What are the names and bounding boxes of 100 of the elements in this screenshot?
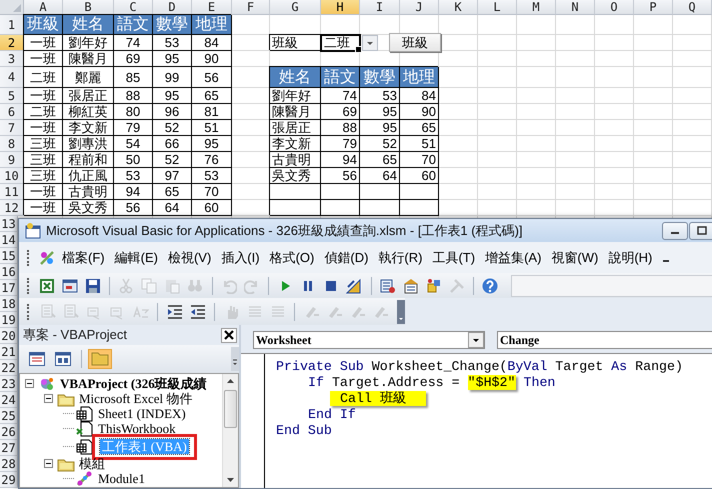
header-cell: 地理: [400, 67, 439, 88]
column-header[interactable]: A: [24, 0, 63, 15]
row-header[interactable]: 6: [0, 104, 24, 120]
code-keyword: As: [611, 359, 628, 374]
code-editor[interactable]: Private Sub Worksheet_Change(ByVal Target As Range) If Target.Address = "$H$2" Then Call 班級 End If End Sub: [241, 353, 712, 488]
menu-item[interactable]: 增益集(A): [481, 246, 546, 268]
column-header[interactable]: J: [400, 0, 439, 15]
column-header[interactable]: F: [232, 0, 270, 15]
header-cell: 班級: [24, 15, 63, 35]
tree-item[interactable]: ThisWorkbook: [96, 420, 178, 436]
column-header[interactable]: P: [634, 0, 673, 15]
column-header[interactable]: O: [595, 0, 634, 15]
table-cell: 69: [321, 104, 360, 120]
table-cell: 三班: [24, 152, 63, 168]
row-header[interactable]: 16: [0, 264, 18, 280]
menu-item[interactable]: 格式(O): [266, 246, 318, 268]
table-cell: 三班: [24, 168, 63, 184]
row-header[interactable]: 14: [0, 232, 18, 248]
table-cell: 65: [153, 184, 192, 200]
row-header[interactable]: 28: [0, 456, 18, 472]
header-cell: 姓名: [63, 15, 114, 35]
tree-item[interactable]: VBAProject (326班級成績: [58, 374, 209, 392]
table-cell: 56: [321, 168, 360, 184]
form-button[interactable]: 班級: [389, 33, 441, 52]
row-header[interactable]: 9: [0, 152, 24, 168]
table-cell: 53: [192, 168, 232, 184]
code-text: Range): [634, 359, 683, 374]
row-header[interactable]: 10: [0, 168, 24, 184]
table-cell: 69: [114, 51, 153, 67]
column-header[interactable]: D: [153, 0, 192, 15]
row-header[interactable]: 25: [0, 408, 18, 424]
table-cell: 60: [400, 168, 439, 184]
row-header[interactable]: 2: [0, 35, 24, 51]
table-cell: 程前和: [63, 152, 114, 168]
row-header[interactable]: 13: [0, 216, 18, 232]
row-header[interactable]: 1: [0, 15, 24, 35]
dropdown-cell[interactable]: 二班: [321, 35, 360, 51]
menu-item[interactable]: 偵錯(D): [320, 246, 372, 268]
menu-item[interactable]: 檢視(V): [164, 246, 216, 268]
row-header[interactable]: 21: [0, 344, 18, 360]
column-header[interactable]: G: [270, 0, 321, 15]
row-header[interactable]: 15: [0, 248, 18, 264]
menu-item[interactable]: 插入(I): [217, 246, 264, 268]
row-header[interactable]: 22: [0, 360, 18, 376]
procedure-dropdown[interactable]: Change: [497, 331, 712, 349]
table-cell: 64: [360, 168, 400, 184]
row-header[interactable]: 3: [0, 51, 24, 67]
table-cell: 65: [400, 120, 439, 136]
table-cell: 劉年好: [270, 88, 321, 104]
object-dropdown[interactable]: Worksheet: [253, 331, 485, 349]
row-header[interactable]: 26: [0, 424, 18, 440]
menu-item[interactable]: 執行(R): [374, 246, 426, 268]
row-header[interactable]: 4: [0, 67, 24, 88]
header-cell: 地理: [192, 15, 232, 35]
tree-item[interactable]: 模組: [77, 454, 107, 472]
code-keyword: Then: [522, 375, 556, 390]
table-cell: 80: [114, 104, 153, 120]
header-cell: 數學: [153, 15, 192, 35]
row-header[interactable]: 18: [0, 296, 18, 312]
table-cell: 95: [153, 88, 192, 104]
row-header[interactable]: 12: [0, 200, 24, 216]
row-header[interactable]: 20: [0, 328, 18, 344]
table-cell: 劉專洪: [63, 136, 114, 152]
row-header[interactable]: 23: [0, 376, 18, 392]
menu-item[interactable]: 編輯(E): [110, 246, 162, 268]
column-header[interactable]: H: [321, 0, 360, 15]
header-cell: 數學: [360, 67, 400, 88]
table-cell: 張居正: [63, 88, 114, 104]
column-header[interactable]: Q: [673, 0, 712, 15]
tree-item[interactable]: Microsoft Excel 物件: [77, 390, 194, 408]
table-cell: 60: [192, 200, 232, 216]
row-header[interactable]: 5: [0, 88, 24, 104]
table-cell: 70: [192, 184, 232, 200]
row-header[interactable]: 24: [0, 392, 18, 408]
menu-item[interactable]: 視窗(W): [547, 246, 602, 268]
row-header[interactable]: 27: [0, 440, 18, 456]
column-header[interactable]: E: [192, 0, 232, 15]
row-header[interactable]: 8: [0, 136, 24, 152]
tree-item[interactable]: Module1: [96, 470, 147, 486]
column-header[interactable]: B: [63, 0, 114, 15]
column-header[interactable]: N: [556, 0, 595, 15]
table-cell: 張居正: [270, 120, 321, 136]
table-cell: 94: [114, 184, 153, 200]
column-header[interactable]: M: [517, 0, 556, 15]
column-header[interactable]: C: [114, 0, 153, 15]
table-cell: 53: [114, 168, 153, 184]
row-header[interactable]: 29: [0, 472, 18, 488]
code-text: Target.Address =: [330, 375, 461, 390]
column-header[interactable]: L: [478, 0, 517, 15]
tree-item[interactable]: Sheet1 (INDEX): [96, 406, 188, 422]
row-header[interactable]: 17: [0, 280, 18, 296]
row-header[interactable]: 11: [0, 184, 24, 200]
row-header[interactable]: 7: [0, 120, 24, 136]
menu-item[interactable]: 檔案(F): [58, 246, 109, 268]
table-cell: 64: [153, 200, 192, 216]
menu-item[interactable]: 說明(H): [604, 246, 656, 268]
column-header[interactable]: I: [360, 0, 400, 15]
menu-item[interactable]: 工具(T): [428, 246, 480, 268]
row-header[interactable]: 19: [0, 312, 18, 328]
column-header[interactable]: K: [439, 0, 478, 15]
